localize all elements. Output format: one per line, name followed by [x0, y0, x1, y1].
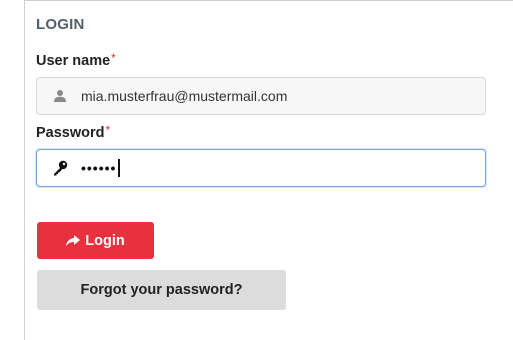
username-label-text: User name — [36, 53, 111, 69]
password-field[interactable]: •••••• — [36, 149, 486, 187]
login-button[interactable]: Login — [37, 222, 154, 259]
password-label-text: Password — [36, 125, 105, 141]
text-cursor — [118, 159, 120, 177]
share-arrow-icon — [66, 234, 81, 248]
key-icon — [51, 159, 69, 177]
forgot-password-button[interactable]: Forgot your password? — [37, 270, 286, 310]
password-value: •••••• — [81, 160, 117, 176]
forgot-password-label: Forgot your password? — [80, 282, 243, 298]
login-page: LOGIN User name* mia.musterfrau@musterma… — [0, 0, 513, 340]
login-title: LOGIN — [36, 16, 85, 33]
username-value: mia.musterfrau@mustermail.com — [81, 88, 288, 104]
username-field[interactable]: mia.musterfrau@mustermail.com — [36, 77, 486, 115]
login-button-label: Login — [85, 232, 125, 249]
password-label: Password* — [36, 123, 111, 141]
required-marker: * — [105, 123, 111, 137]
required-marker: * — [111, 51, 116, 65]
user-icon — [51, 87, 69, 105]
username-label: User name* — [36, 51, 116, 69]
